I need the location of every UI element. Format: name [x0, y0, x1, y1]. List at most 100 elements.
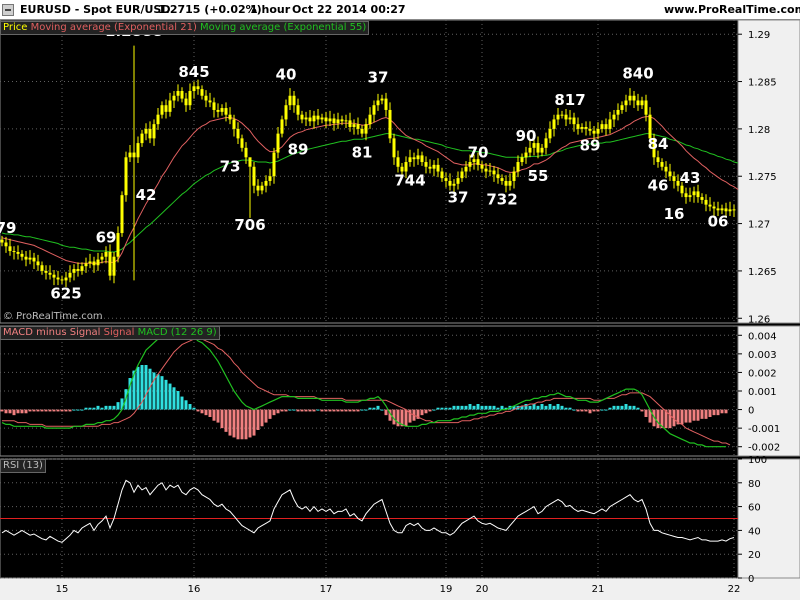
macd-histogram-bar [580, 409, 584, 412]
macd-histogram-bar [608, 407, 612, 410]
price-bar-body [640, 100, 644, 106]
price-bar-body [80, 266, 84, 271]
macd-histogram-bar [116, 402, 120, 410]
macd-y-tick-label: 0 [748, 406, 754, 417]
price-bar-body [520, 157, 524, 163]
price-annotation: 79 [0, 219, 16, 237]
price-bar-body [588, 128, 592, 131]
rsi-legend: RSI (13) [0, 459, 46, 473]
price-bar-body [248, 157, 252, 167]
macd-histogram-bar [212, 409, 216, 421]
price-bar-body [284, 105, 288, 120]
x-tick-label: 21 [592, 584, 605, 595]
macd-histogram-bar [60, 409, 64, 412]
macd-histogram-bar [712, 409, 716, 416]
price-bar-body [540, 147, 544, 153]
price-bar-body [464, 166, 468, 172]
macd-histogram-bar [156, 374, 160, 410]
price-annotation: 732 [486, 191, 517, 209]
macd-histogram-bar [688, 409, 692, 423]
price-annotation: 37 [448, 189, 469, 207]
price-bar-body [92, 261, 96, 266]
legend-rsi: RSI (13) [3, 460, 43, 471]
price-bar-body [180, 91, 184, 99]
price-bar-body [524, 152, 528, 158]
rsi-y-tick-label: 40 [748, 526, 761, 537]
price-bar-body [104, 251, 108, 257]
price-bar-body [376, 100, 380, 106]
price-bar-body [612, 114, 616, 120]
price-bar-body [268, 176, 272, 181]
macd-histogram-bar [84, 407, 88, 410]
datetime-label: Oct 22 2014 00:27 [292, 3, 406, 16]
price-bar-body [456, 178, 460, 184]
price-annotation: 55 [528, 167, 549, 185]
price-bar-body [608, 119, 612, 129]
price-bar-body [172, 95, 176, 101]
chart-menu-icon[interactable] [2, 4, 14, 16]
price-bar-body [516, 162, 520, 172]
macd-histogram-bar [0, 409, 4, 412]
price-bar-body [328, 118, 332, 122]
x-tick-label: 20 [476, 584, 489, 595]
macd-histogram-bar [232, 409, 236, 438]
price-bar-body [584, 126, 588, 129]
price-bar-body [452, 183, 456, 186]
macd-histogram-bar [452, 405, 456, 410]
macd-histogram-bar [240, 409, 244, 440]
macd-histogram-bar [180, 396, 184, 410]
price-bar-body [296, 105, 300, 115]
macd-histogram-bar [724, 409, 728, 414]
macd-histogram-bar [372, 407, 376, 410]
price-bar-body [252, 166, 256, 186]
macd-histogram-bar [216, 409, 220, 423]
price-annotation: 744 [394, 172, 425, 190]
price-bar-body [604, 124, 608, 129]
macd-histogram-bar [680, 409, 684, 425]
rsi-y-tick-label: 100 [748, 455, 767, 466]
price-bar-body [468, 162, 472, 167]
price-bar-body [580, 126, 584, 129]
price-bar-body [372, 105, 376, 115]
macd-histogram-bar [332, 409, 336, 412]
macd-histogram-bar [20, 409, 24, 414]
macd-histogram-bar [248, 409, 252, 438]
price-bar-body [228, 114, 232, 120]
price-bar-body [24, 256, 28, 260]
price-bar-body [684, 193, 688, 198]
macd-histogram-bar [460, 405, 464, 410]
macd-histogram-bar [108, 405, 112, 410]
macd-histogram-bar [340, 409, 344, 412]
price-bar-body [280, 119, 284, 134]
macd-histogram-bar [64, 409, 68, 412]
price-bar-body [560, 114, 564, 116]
price-bar-body [504, 180, 508, 186]
price-bar-body [52, 274, 56, 278]
price-bar-body [292, 95, 296, 106]
price-bar-body [708, 204, 712, 207]
price-bar-body [628, 95, 632, 101]
macd-histogram-bar [72, 409, 76, 411]
price-annotation: 840 [622, 65, 653, 83]
macd-histogram-bar [640, 409, 644, 412]
price-bar-body [548, 128, 552, 139]
timeframe-label: 1 hour [250, 3, 291, 16]
price-bar-body [64, 277, 68, 281]
price-bar-body [396, 157, 400, 167]
price-bar-body [360, 128, 364, 134]
macd-histogram-bar [588, 409, 592, 414]
macd-histogram-bar [136, 366, 140, 410]
macd-histogram-bar [668, 409, 672, 429]
price-bar-body [276, 133, 280, 153]
price-y-tick-label: 1.275 [748, 172, 777, 183]
macd-histogram-bar [704, 409, 708, 419]
macd-histogram-bar [548, 404, 552, 410]
price-bar-body [528, 147, 532, 153]
chart-canvas[interactable]: 15 16 17 19 20 21 22 1.26 1.265 1.27 1.275 1.28 1.28… [0, 20, 800, 600]
price-bar-body [448, 180, 452, 186]
price-bar-body [488, 170, 492, 172]
price-legend: Price Moving average (Exponential 21) Mo… [0, 21, 370, 35]
price-bar-body [312, 115, 316, 122]
price-bar-body [616, 109, 620, 115]
macd-histogram-bar [584, 409, 588, 412]
